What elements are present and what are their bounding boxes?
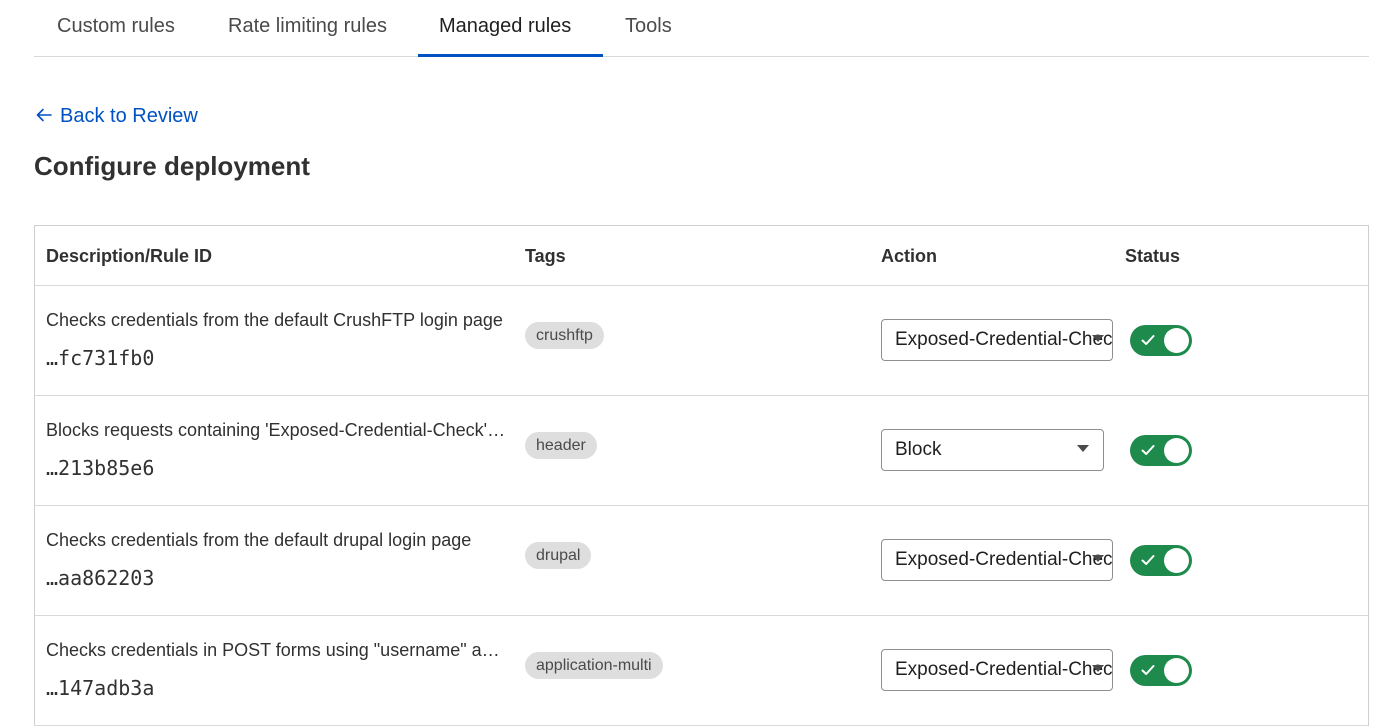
toggle-knob bbox=[1164, 658, 1189, 683]
toggle-knob bbox=[1164, 438, 1189, 463]
action-select[interactable]: Exposed-Credential-Check Header bbox=[881, 539, 1113, 581]
tab-custom-rules[interactable]: Custom rules bbox=[57, 0, 175, 56]
table-row: Checks credentials in POST forms using "… bbox=[35, 616, 1368, 726]
tag-badge: header bbox=[525, 432, 597, 459]
chevron-down-icon bbox=[1092, 665, 1104, 672]
rule-id: …147adb3a bbox=[46, 676, 155, 700]
tag-badge: crushftp bbox=[525, 322, 604, 349]
table-row: Blocks requests containing 'Exposed-Cred… bbox=[35, 396, 1368, 506]
rule-description: Checks credentials from the default drup… bbox=[46, 530, 472, 550]
rule-description: Blocks requests containing 'Exposed-Cred… bbox=[46, 420, 506, 440]
action-select[interactable]: Exposed-Credential-Check Header bbox=[881, 319, 1113, 361]
page-title: Configure deployment bbox=[34, 151, 310, 181]
action-select-value: Block bbox=[895, 439, 942, 460]
table-row: Checks credentials from the default Crus… bbox=[35, 286, 1368, 396]
back-to-review-link[interactable]: Back to Review bbox=[34, 102, 198, 130]
action-select[interactable]: Exposed-Credential-Check Header bbox=[881, 649, 1113, 691]
rule-id: …aa862203 bbox=[46, 566, 155, 590]
action-select-value: Exposed-Credential-Check Header bbox=[895, 329, 1113, 350]
tab-bar: Custom rules Rate limiting rules Managed… bbox=[34, 0, 1369, 57]
rule-description: Checks credentials in POST forms using "… bbox=[46, 640, 506, 660]
header-action: Action bbox=[881, 246, 937, 266]
chevron-down-icon bbox=[1092, 555, 1104, 562]
tag-badge: drupal bbox=[525, 542, 592, 569]
arrow-left-icon bbox=[36, 108, 52, 122]
action-select[interactable]: Block bbox=[881, 429, 1104, 471]
chevron-down-icon bbox=[1092, 335, 1104, 342]
table-header: Description/Rule ID Tags Action Status bbox=[35, 226, 1368, 286]
status-toggle[interactable] bbox=[1130, 325, 1192, 356]
status-toggle[interactable] bbox=[1130, 435, 1192, 466]
rules-table: Description/Rule ID Tags Action Status C… bbox=[34, 225, 1369, 726]
check-icon bbox=[1141, 445, 1155, 455]
check-icon bbox=[1141, 335, 1155, 345]
action-select-value: Exposed-Credential-Check Header bbox=[895, 659, 1113, 680]
header-status: Status bbox=[1125, 246, 1181, 266]
check-icon bbox=[1141, 555, 1155, 565]
back-link-label[interactable]: Back to Review bbox=[60, 105, 198, 127]
chevron-down-icon bbox=[1077, 445, 1089, 452]
status-toggle[interactable] bbox=[1130, 655, 1192, 686]
rule-id: …fc731fb0 bbox=[46, 346, 155, 370]
status-toggle[interactable] bbox=[1130, 545, 1192, 576]
rule-description: Checks credentials from the default Crus… bbox=[46, 310, 503, 330]
rule-id: …213b85e6 bbox=[46, 456, 155, 480]
active-tab-indicator bbox=[418, 54, 603, 57]
table-row: Checks credentials from the default drup… bbox=[35, 506, 1368, 616]
check-icon bbox=[1141, 665, 1155, 675]
tab-rate-limiting-rules[interactable]: Rate limiting rules bbox=[228, 0, 387, 56]
header-tags: Tags bbox=[525, 246, 566, 266]
action-select-value: Exposed-Credential-Check Header bbox=[895, 549, 1113, 570]
tab-managed-rules[interactable]: Managed rules bbox=[439, 0, 571, 56]
tag-badge: application-multi bbox=[525, 652, 663, 679]
header-description: Description/Rule ID bbox=[46, 246, 213, 266]
toggle-knob bbox=[1164, 548, 1189, 573]
tab-tools[interactable]: Tools bbox=[625, 0, 672, 56]
toggle-knob bbox=[1164, 328, 1189, 353]
